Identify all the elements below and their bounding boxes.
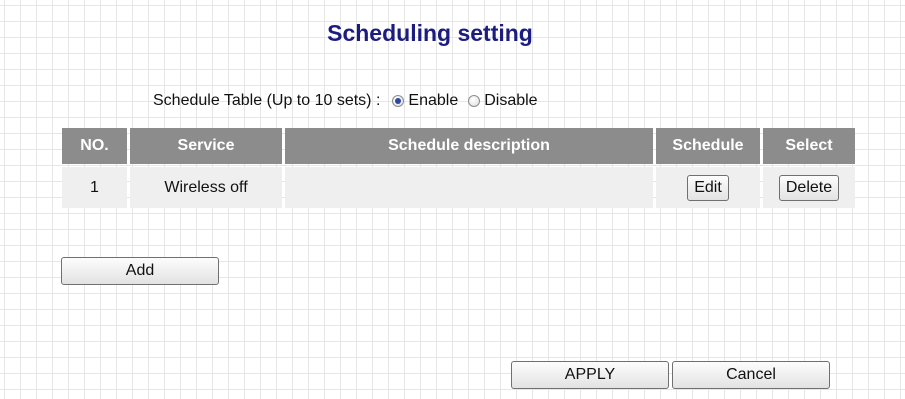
header-no: NO.: [62, 128, 127, 164]
header-schedule: Schedule: [656, 128, 760, 164]
header-schedule-description: Schedule description: [285, 128, 653, 164]
delete-button[interactable]: Delete: [778, 174, 840, 201]
cancel-button[interactable]: Cancel: [672, 361, 830, 389]
add-button[interactable]: Add: [61, 257, 219, 285]
disable-radio[interactable]: [468, 95, 481, 107]
table-header-row: NO. Service Schedule description Schedul…: [62, 128, 855, 164]
schedule-table: NO. Service Schedule description Schedul…: [59, 125, 858, 211]
schedule-table-toggle: Schedule Table (Up to 10 sets) : Enable …: [153, 90, 538, 112]
apply-button[interactable]: APPLY: [511, 361, 669, 389]
row-schedule-cell: Edit: [656, 167, 760, 208]
enable-radio[interactable]: [392, 95, 405, 107]
schedule-table-label: Schedule Table (Up to 10 sets) :: [153, 92, 381, 109]
enable-label[interactable]: Enable: [408, 92, 458, 110]
row-no: 1: [62, 167, 127, 208]
disable-option[interactable]: Disable: [468, 92, 538, 110]
page-title: Scheduling setting: [327, 20, 533, 46]
disable-label[interactable]: Disable: [484, 92, 537, 110]
row-select-cell: Delete: [763, 167, 855, 208]
header-service: Service: [130, 128, 282, 164]
enable-option[interactable]: Enable: [392, 92, 458, 110]
row-service: Wireless off: [130, 167, 282, 208]
table-row: 1 Wireless off Edit Delete: [62, 167, 855, 208]
row-description: [285, 167, 653, 208]
header-select: Select: [763, 128, 855, 164]
edit-button[interactable]: Edit: [687, 174, 729, 201]
